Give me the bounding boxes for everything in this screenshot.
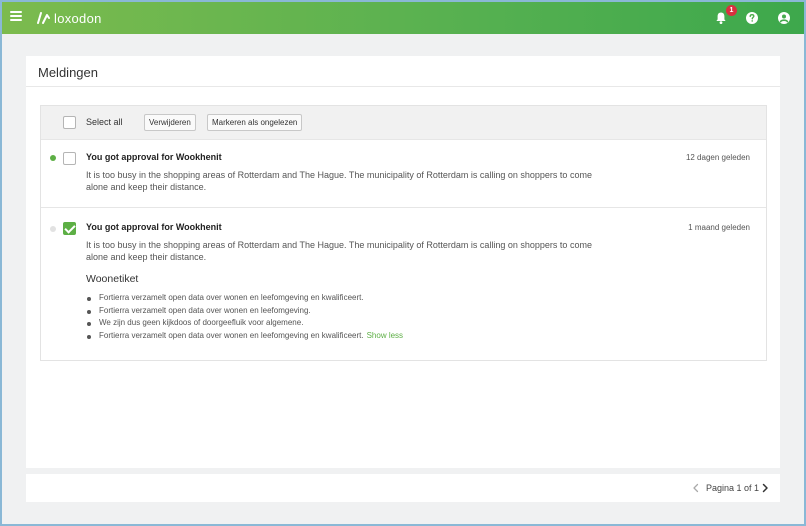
menu-icon[interactable] [10, 11, 22, 25]
mark-unread-button[interactable]: Markeren als ongelezen [207, 114, 303, 131]
show-less-link[interactable]: Show less [367, 331, 403, 340]
notification-body: It is too busy in the shopping areas of … [86, 240, 592, 262]
notification-item[interactable]: You got approval for Wookhenit 1 maand g… [41, 209, 766, 360]
notifications-card: Meldingen Select all Verwijderen Markere… [26, 56, 780, 468]
notifications-list: Select all Verwijderen Markeren als onge… [40, 105, 767, 361]
list-item: Fortierra verzamelt open data over wonen… [86, 292, 403, 305]
list-item: We zijn dus geen kijkdoos of doorgeeflui… [86, 317, 403, 330]
read-indicator [50, 226, 56, 232]
top-bar: loxodon 1 [2, 2, 804, 34]
notification-time: 1 maand geleden [688, 223, 750, 232]
unread-indicator [50, 155, 56, 161]
list-item: Fortierra verzamelt open data over wonen… [86, 330, 403, 343]
select-all-checkbox[interactable] [63, 116, 76, 129]
select-all-label[interactable]: Select all [86, 117, 123, 127]
chevron-left-icon[interactable] [691, 483, 701, 493]
notification-item[interactable]: You got approval for Wookhenit 12 dagen … [41, 140, 766, 208]
divider [26, 86, 780, 87]
notification-body: It is too busy in the shopping areas of … [86, 170, 592, 192]
notification-badge: 1 [726, 5, 737, 16]
list-item: Fortierra verzamelt open data over wonen… [86, 305, 403, 318]
details-title: Woonetiket [86, 273, 139, 285]
logo-mark-icon [37, 12, 50, 24]
app-window: loxodon 1 Meldingen Select all Verwijder… [0, 0, 806, 526]
user-icon[interactable] [777, 11, 791, 25]
notification-title[interactable]: You got approval for Wookhenit [86, 152, 222, 162]
pagination-label: Pagina 1 of 1 [706, 483, 760, 493]
logo-text: loxodon [54, 10, 102, 26]
notification-title[interactable]: You got approval for Wookhenit [86, 222, 222, 232]
logo[interactable]: loxodon [36, 10, 102, 26]
page-title: Meldingen [38, 65, 98, 80]
pagination: Pagina 1 of 1 [26, 474, 780, 502]
list-toolbar: Select all Verwijderen Markeren als onge… [41, 106, 766, 140]
delete-button[interactable]: Verwijderen [144, 114, 196, 131]
notification-time: 12 dagen geleden [685, 153, 750, 162]
help-icon[interactable] [745, 11, 759, 25]
details-list: Fortierra verzamelt open data over wonen… [86, 292, 403, 343]
notification-checkbox[interactable] [63, 152, 76, 165]
notification-checkbox[interactable] [63, 222, 76, 235]
chevron-right-icon[interactable] [760, 483, 770, 493]
